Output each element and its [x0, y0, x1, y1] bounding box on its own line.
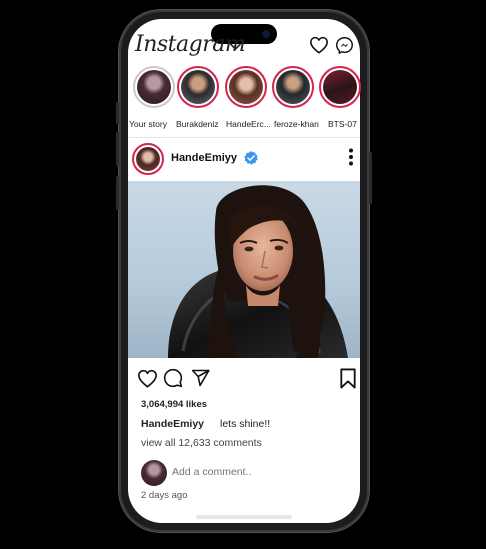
chevron-down-icon[interactable] [230, 40, 241, 54]
story-label-your-story: Your story [129, 119, 167, 129]
story-handeerc[interactable] [225, 66, 267, 108]
messenger-icon[interactable] [335, 36, 354, 60]
verified-badge-icon [243, 150, 259, 166]
heart-icon[interactable] [309, 36, 329, 59]
story-bts-07[interactable] [319, 66, 361, 108]
caption-text: lets shine!! [220, 418, 271, 430]
story-burakdeniz[interactable] [177, 66, 219, 108]
post-author-avatar[interactable] [132, 143, 164, 175]
story-label-handeerc: HandeErc... [226, 119, 271, 129]
story-label-burakdeniz: Burakdeniz [176, 119, 219, 129]
add-comment-input[interactable] [172, 466, 342, 478]
story-your-story[interactable] [133, 66, 175, 108]
view-all-comments-link[interactable]: view all 12,633 comments [141, 437, 262, 449]
comment-icon[interactable] [163, 368, 183, 393]
post-image[interactable] [128, 181, 360, 358]
bookmark-icon[interactable] [339, 368, 357, 394]
volume-down-button [116, 132, 119, 166]
stories-divider [128, 137, 360, 138]
post-username[interactable]: HandeEmiyy [171, 152, 237, 164]
share-icon[interactable] [190, 368, 211, 393]
post-timestamp: 2 days ago [141, 490, 188, 501]
likes-count[interactable]: 3,064,994 likes [141, 399, 207, 410]
volume-up-button [116, 102, 119, 124]
home-indicator [196, 515, 292, 519]
caption-username[interactable]: HandeEmiyy [141, 418, 204, 430]
story-label-feroze-khan: feroze-khan [274, 119, 319, 129]
power-button [369, 152, 372, 204]
story-feroze-khan[interactable] [272, 66, 314, 108]
like-icon[interactable] [137, 369, 158, 393]
instagram-logo[interactable]: Instagram [135, 32, 246, 57]
commenter-avatar [141, 460, 167, 486]
more-options-icon[interactable] [346, 147, 356, 167]
story-label-bts-07: BTS-07 [328, 119, 357, 129]
volume-down-button-2 [116, 176, 119, 210]
